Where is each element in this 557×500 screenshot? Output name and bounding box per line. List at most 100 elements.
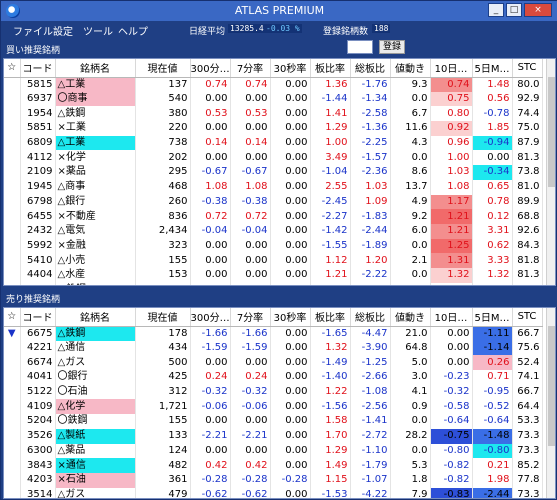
- cell-v30: 0.00: [270, 384, 311, 400]
- hdr-price[interactable]: 現在値: [135, 59, 191, 78]
- cell-stc: 80.0: [512, 77, 543, 92]
- table-row[interactable]: 6674 △ガス 500 0.00 0.00 0.00 -1.49 -1.25 5.0 0.00 0…: [4, 355, 543, 371]
- hdr-5day[interactable]: 5日M…: [472, 59, 513, 78]
- table-row[interactable]: 5204 〇鉄鋼 155 0.00 0.00 0.00 1.58 -1.41 0.0 -0.64-…: [4, 414, 543, 429]
- hdr-10day[interactable]: 10日…: [430, 308, 473, 327]
- table-row[interactable]: 1954 △鉄鋼 380 0.53 0.53 0.00 1.41 -2.58 6.7 0.80 -0…: [4, 106, 543, 122]
- cell-v30: 0.00: [270, 253, 311, 268]
- cell-v300: 0.00: [190, 443, 231, 459]
- hdr-5day[interactable]: 5日M…: [472, 308, 513, 327]
- hdr-name[interactable]: 銘柄名: [55, 308, 136, 327]
- menu-settings[interactable]: 設定: [53, 23, 73, 38]
- sell-scrollbar[interactable]: [546, 308, 555, 498]
- menu-file[interactable]: ファイル: [13, 23, 53, 38]
- table-row[interactable]: 6809 △工業 738 0.14 0.14 0.00 1.00 -2.25 4.3 0.96 -0…: [4, 135, 543, 151]
- cell-code: 3526: [20, 428, 56, 444]
- table-row[interactable]: 5410 △小売 155 0.00 0.00 0.00 1.12 1.20 2.1 1.31 3.3…: [4, 253, 543, 268]
- cell-code: 4221: [20, 340, 56, 356]
- table-row[interactable]: 4109 △化学 1,721 -0.06 -0.06 0.00 -1.56 -2.56 0.9-…: [4, 399, 543, 415]
- hdr-star[interactable]: ☆: [4, 308, 21, 327]
- hdr-ita[interactable]: 板比率: [310, 308, 351, 327]
- table-row[interactable]: ▼ 6675 △鉄鋼 178 -1.66 -1.66 0.00 -1.65 -4.47 21.0 0…: [4, 326, 543, 341]
- sell-scroll-thumb[interactable]: [548, 326, 555, 446]
- hdr-price[interactable]: 現在値: [135, 308, 191, 327]
- cell-mark: [4, 121, 21, 136]
- menu-help[interactable]: ヘルプ: [118, 23, 148, 38]
- hdr-name[interactable]: 銘柄名: [55, 59, 136, 78]
- table-row[interactable]: 4203 ×石油 361 -0.28 -0.28 -0.28 1.15 -1.07 1.8 -0.…: [4, 472, 543, 488]
- hdr-ita[interactable]: 板比率: [310, 59, 351, 78]
- cell-stc: 87.9: [512, 135, 543, 151]
- table-row[interactable]: 5851 ×工業 220 0.00 0.00 0.00 1.29 -1.36 11.6 0.92 1…: [4, 121, 543, 136]
- hdr-30sec[interactable]: 30秒率: [270, 308, 311, 327]
- table-row[interactable]: 6455 ×不動産 836 0.72 0.72 0.00 -2.27 -1.83 9.2 1.21…: [4, 209, 543, 224]
- table-row[interactable]: 6798 △銀行 260 -0.38 -0.38 0.00 -2.45 1.09 4.9 1.17…: [4, 194, 543, 210]
- hdr-code[interactable]: コード: [20, 59, 56, 78]
- maximize-button[interactable]: □: [506, 3, 522, 17]
- cell-price: 323: [135, 238, 191, 254]
- hdr-code[interactable]: コード: [20, 308, 56, 327]
- table-row[interactable]: 4404 △水産 153 0.00 0.00 0.00 1.21 -2.22 0.0 1.32 1.…: [4, 267, 543, 283]
- table-row[interactable]: 2432 △電気 2,434 -0.04 -0.04 0.00 -1.42 -2.44 6.0 1…: [4, 223, 543, 239]
- close-button[interactable]: ×: [524, 3, 552, 17]
- cell-v7: 0.00: [230, 91, 271, 107]
- hdr-30sec[interactable]: 30秒率: [270, 59, 311, 78]
- table-row[interactable]: 2109 ×薬品 295 -0.67 -0.67 0.00 -1.04 -2.36 8.6 1.0…: [4, 165, 543, 180]
- table-row[interactable]: 3514 △ガス 479 -0.62 -0.62 0.00 -1.53 -4.22 7.9 -0.…: [4, 487, 543, 498]
- table-row[interactable]: 4221 △通信 434 -1.59 -1.59 0.00 1.32 -3.90 64.8 0.0…: [4, 340, 543, 356]
- code-input[interactable]: [347, 40, 373, 54]
- cell-ne: 4.1: [390, 384, 431, 400]
- minimize-button[interactable]: _: [488, 3, 504, 17]
- cell-ne: 7.9: [390, 487, 431, 498]
- hdr-sou[interactable]: 総板比: [350, 59, 391, 78]
- table-row[interactable]: 3526 △製紙 133 -2.21 -2.21 0.00 1.70 -2.72 28.2 -0.…: [4, 428, 543, 444]
- cell-name: 〇商事: [55, 91, 136, 107]
- hdr-300min[interactable]: 300分…: [190, 308, 231, 327]
- hdr-volatility[interactable]: 値動き: [390, 308, 431, 327]
- hdr-7min[interactable]: 7分率: [230, 59, 271, 78]
- cell-price: 312: [135, 384, 191, 400]
- buy-scrollbar[interactable]: [546, 59, 555, 285]
- cell-v300: 0.00: [190, 414, 231, 429]
- menu-tools[interactable]: ツール: [83, 23, 113, 38]
- cell-d5: 3.31: [472, 223, 513, 239]
- table-row[interactable]: 6300 △薬品 124 0.00 0.00 0.00 1.29 -1.10 0.0 -0.80-…: [4, 443, 543, 459]
- hdr-volatility[interactable]: 値動き: [390, 59, 431, 78]
- buy-header-row: ☆ コード 銘柄名 現在値 300分… 7分率 30秒率 板比率 総板比 値動き 10日… 5日M… S…: [4, 59, 543, 78]
- cell-price: 738: [135, 135, 191, 151]
- table-row[interactable]: 5815 △工業 137 0.74 0.74 0.00 1.36 -1.76 9.3 0.74 1.…: [4, 77, 543, 92]
- table-row[interactable]: 5992 ×金融 323 0.00 0.00 0.00 -1.55 -1.89 0.0 1.25 0…: [4, 238, 543, 254]
- cell-v30: 0.00: [270, 399, 311, 415]
- table-row[interactable]: 6937 〇商事 540 0.00 0.00 0.00 -1.44 -1.34 0.0 0.75 0…: [4, 91, 543, 107]
- cell-sou: 1.20: [350, 253, 391, 268]
- table-row[interactable]: 4112 ×化学 202 0.00 0.00 0.00 3.49 -1.57 0.0 1.00 0.…: [4, 150, 543, 166]
- hdr-star[interactable]: ☆: [4, 59, 21, 78]
- title-bar[interactable]: ATLAS PREMIUM _ □ ×: [1, 1, 557, 21]
- buy-scroll-thumb[interactable]: [548, 77, 555, 187]
- cell-d5: -0.78: [472, 106, 513, 122]
- sell-grid-table: ☆ コード 銘柄名 現在値 300分… 7分率 30秒率 板比率 総板比 値動き 10日… 5日M… S…: [4, 308, 543, 498]
- hdr-10day[interactable]: 10日…: [430, 59, 473, 78]
- hdr-stc[interactable]: STC: [512, 59, 543, 78]
- hdr-sou[interactable]: 総板比: [350, 308, 391, 327]
- cell-v30: 0.00: [270, 106, 311, 122]
- cell-v300: 0.74: [190, 77, 231, 92]
- cell-d10: 1.17: [430, 194, 473, 210]
- cell-d10: 1.21: [430, 223, 473, 239]
- table-row[interactable]: 4041 〇銀行 425 0.24 0.24 0.00 -1.40 -2.66 3.0 -0.23…: [4, 370, 543, 385]
- hdr-stc[interactable]: STC: [512, 308, 543, 327]
- cell-code: 4041: [20, 370, 56, 385]
- hdr-300min[interactable]: 300分…: [190, 59, 231, 78]
- table-row[interactable]: 3843 ×通信 482 0.42 0.42 0.00 1.49 -1.79 5.3 -0.82 0…: [4, 458, 543, 473]
- table-row[interactable]: 6715×鉄鋼2900.350.350.001.91-1.794.41.400.…: [4, 282, 543, 285]
- cell-sou: -2.56: [350, 399, 391, 415]
- table-row[interactable]: 5122 〇石油 312 -0.32 -0.32 0.00 1.22 -1.08 4.1 -0.3…: [4, 384, 543, 400]
- cell-price: 479: [135, 487, 191, 498]
- cell-stc: 73.3: [512, 487, 543, 498]
- cell-v7: -0.04: [230, 223, 271, 239]
- table-row[interactable]: 1945 △商事 468 1.08 1.08 0.00 2.55 1.03 13.7 1.08 0.…: [4, 179, 543, 195]
- hdr-7min[interactable]: 7分率: [230, 308, 271, 327]
- cell-name: △銀行: [55, 194, 136, 210]
- register-button[interactable]: 登録: [379, 40, 405, 54]
- cell-v30: 0.00: [270, 91, 311, 107]
